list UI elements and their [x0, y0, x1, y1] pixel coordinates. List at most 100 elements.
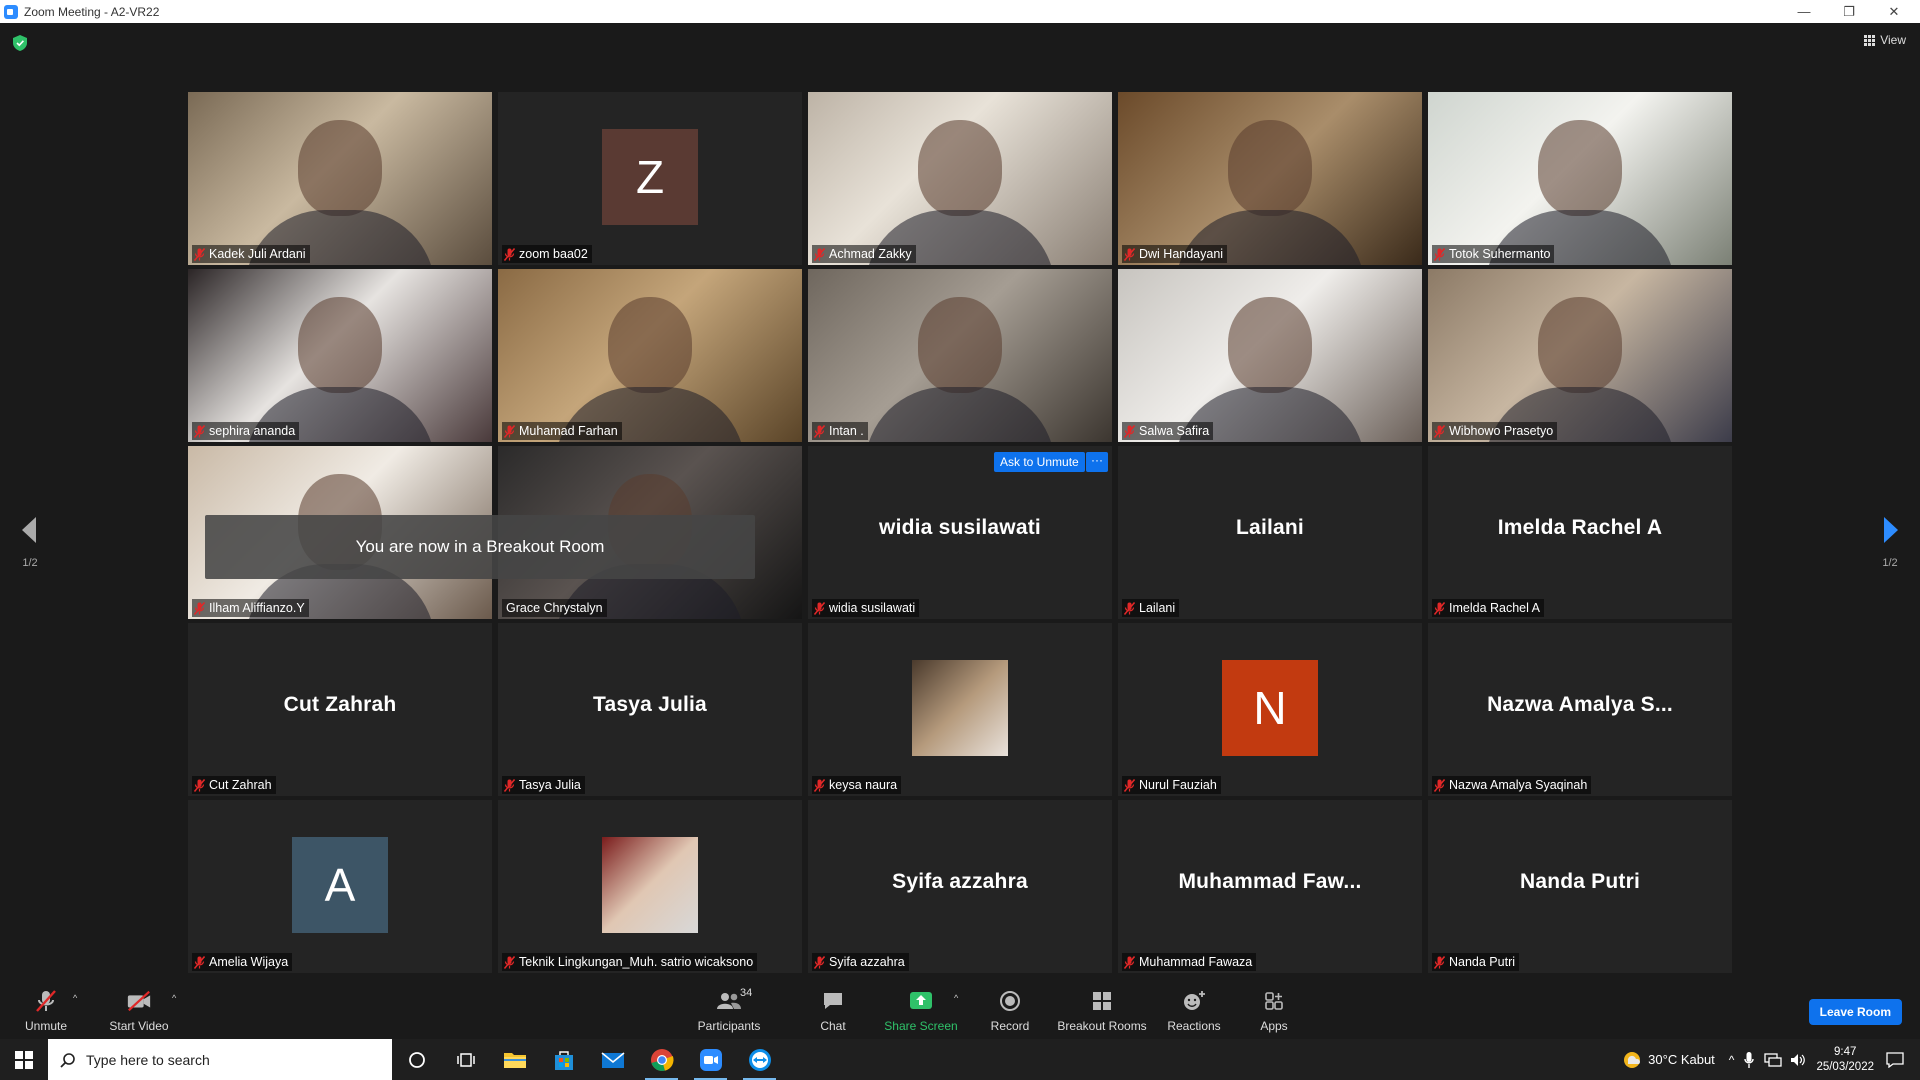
file-explorer-taskbar-icon[interactable]: [490, 1039, 539, 1080]
muted-mic-icon: [1123, 955, 1136, 969]
gallery-grid-icon: [1864, 34, 1876, 46]
taskbar-search-box[interactable]: Type here to search: [48, 1039, 392, 1080]
microphone-tray-icon[interactable]: [1744, 1051, 1755, 1068]
zoom-app-icon: [4, 4, 18, 19]
participant-tile[interactable]: Achmad Zakky: [808, 92, 1112, 265]
weather-label[interactable]: 30°C Kabut: [1648, 1052, 1715, 1067]
participant-tile[interactable]: Wibhowo Prasetyo: [1428, 269, 1732, 442]
unmute-button[interactable]: Unmute: [20, 981, 72, 1039]
muted-mic-icon: [193, 601, 206, 615]
participant-name-label: widia susilawati: [812, 599, 920, 617]
participant-name-label: Nanda Putri: [1432, 953, 1520, 971]
task-view-icon: [456, 1052, 475, 1067]
participant-name: Nanda Putri: [1449, 955, 1516, 969]
participant-tile[interactable]: keysa naura: [808, 623, 1112, 796]
unmute-label: Unmute: [24, 1019, 68, 1033]
close-window-button[interactable]: ✕: [1872, 0, 1916, 23]
maximize-button[interactable]: ❐: [1827, 0, 1871, 23]
muted-mic-icon: [193, 778, 206, 792]
participant-tile[interactable]: sephira ananda: [188, 269, 492, 442]
participant-video: [498, 269, 802, 442]
share-screen-icon: [908, 989, 934, 1013]
show-hidden-icons-chevron-icon[interactable]: ^: [1729, 1053, 1735, 1067]
participant-name-label: Totok Suhermanto: [1432, 245, 1555, 263]
participant-tile[interactable]: Totok Suhermanto: [1428, 92, 1732, 265]
participant-display-name: Imelda Rachel A: [1497, 516, 1663, 539]
participant-name-label: Intan .: [812, 422, 868, 440]
apps-label: Apps: [1260, 1019, 1288, 1033]
minimize-button[interactable]: —: [1782, 0, 1826, 23]
participant-tile[interactable]: N Nurul Fauziah: [1118, 623, 1422, 796]
participant-tile[interactable]: Zzoom baa02: [498, 92, 802, 265]
participant-tile[interactable]: Nazwa Amalya S... Nazwa Amalya Syaqinah: [1428, 623, 1732, 796]
participant-tile[interactable]: Tasya Julia Tasya Julia: [498, 623, 802, 796]
participant-tile[interactable]: Lailani Lailani: [1118, 446, 1422, 619]
participant-name: Ilham Aliffianzo.Y: [209, 601, 305, 615]
participant-name: Cut Zahrah: [209, 778, 272, 792]
breakout-rooms-icon: [1089, 989, 1115, 1013]
audio-options-caret-icon[interactable]: ^: [73, 993, 77, 1003]
next-page-arrow-icon[interactable]: [1881, 515, 1901, 545]
participant-tile[interactable]: Imelda Rachel A Imelda Rachel A: [1428, 446, 1732, 619]
previous-page-arrow-icon[interactable]: [19, 515, 39, 545]
share-screen-button[interactable]: Share Screen: [880, 981, 962, 1039]
participant-name-label: Grace Chrystalyn: [502, 599, 607, 617]
breakout-rooms-button[interactable]: Breakout Rooms: [1057, 981, 1147, 1039]
taskbar-clock[interactable]: 9:47 25/03/2022: [1816, 1045, 1874, 1075]
encryption-shield-icon[interactable]: [13, 35, 27, 51]
participant-tile[interactable]: Kadek Juli Ardani: [188, 92, 492, 265]
ask-to-unmute-button[interactable]: Ask to Unmute: [994, 452, 1085, 472]
store-taskbar-icon[interactable]: [539, 1039, 588, 1080]
participant-display-name: Lailani: [1236, 516, 1304, 539]
zoom-taskbar-icon[interactable]: [686, 1039, 735, 1080]
meeting-area: View Kadek Juli Ardani Zzoom baa02 Achmad …: [0, 23, 1920, 981]
participant-initial-avatar: Z: [602, 129, 698, 225]
mail-taskbar-icon[interactable]: [588, 1039, 637, 1080]
participant-display-name: Muhammad Faw...: [1178, 870, 1362, 893]
participant-tile[interactable]: Syifa azzahra Syifa azzahra: [808, 800, 1112, 973]
action-center-icon[interactable]: [1886, 1051, 1904, 1068]
folder-icon: [503, 1052, 526, 1068]
participant-tile[interactable]: Dwi Handayani: [1118, 92, 1422, 265]
participant-tile[interactable]: Intan .: [808, 269, 1112, 442]
record-button[interactable]: Record: [985, 981, 1035, 1039]
participant-tile[interactable]: widia susilawati Ask to Unmute ··· widia su…: [808, 446, 1112, 619]
leave-room-button[interactable]: Leave Room: [1808, 999, 1902, 1025]
participant-name-label: Nazwa Amalya Syaqinah: [1432, 776, 1592, 794]
more-options-button[interactable]: ···: [1086, 452, 1108, 472]
cortana-button[interactable]: [392, 1039, 441, 1080]
participant-tile[interactable]: Teknik Lingkungan_Muh. satrio wicaksono: [498, 800, 802, 973]
participant-profile-picture: [912, 660, 1008, 756]
task-view-button[interactable]: [441, 1039, 490, 1080]
participant-name: widia susilawati: [829, 601, 916, 615]
reactions-button[interactable]: Reactions: [1165, 981, 1223, 1039]
video-options-caret-icon[interactable]: ^: [172, 993, 176, 1003]
start-video-button[interactable]: Start Video: [104, 981, 174, 1039]
apps-button[interactable]: Apps: [1256, 981, 1292, 1039]
start-button[interactable]: [0, 1039, 48, 1080]
participant-name-label: zoom baa02: [502, 245, 592, 263]
participant-tile[interactable]: Muhamad Farhan: [498, 269, 802, 442]
apps-icon: [1261, 989, 1287, 1013]
volume-icon[interactable]: [1790, 1053, 1806, 1067]
participant-tile[interactable]: Muhammad Faw... Muhammad Fawaza: [1118, 800, 1422, 973]
participant-name-label: Imelda Rachel A: [1432, 599, 1545, 617]
share-options-caret-icon[interactable]: ^: [954, 993, 958, 1003]
participant-tile[interactable]: Cut Zahrah Cut Zahrah: [188, 623, 492, 796]
participant-tile[interactable]: Nanda Putri Nanda Putri: [1428, 800, 1732, 973]
teamviewer-taskbar-icon[interactable]: [735, 1039, 784, 1080]
participants-icon: 34: [716, 987, 752, 1013]
participant-display-name: Nanda Putri: [1519, 870, 1641, 893]
view-button[interactable]: View: [1864, 33, 1906, 47]
chat-button[interactable]: Chat: [808, 981, 858, 1039]
muted-mic-icon: [1433, 601, 1446, 615]
participant-face: [298, 120, 382, 216]
participant-tile[interactable]: Salwa Safira: [1118, 269, 1422, 442]
participants-button[interactable]: 34 Participants: [690, 981, 768, 1039]
participant-video: [1428, 92, 1732, 265]
participant-name-label: Syifa azzahra: [812, 953, 909, 971]
network-icon[interactable]: [1764, 1052, 1783, 1067]
participant-name: keysa naura: [829, 778, 898, 792]
chrome-taskbar-icon[interactable]: [637, 1039, 686, 1080]
participant-tile[interactable]: A Amelia Wijaya: [188, 800, 492, 973]
